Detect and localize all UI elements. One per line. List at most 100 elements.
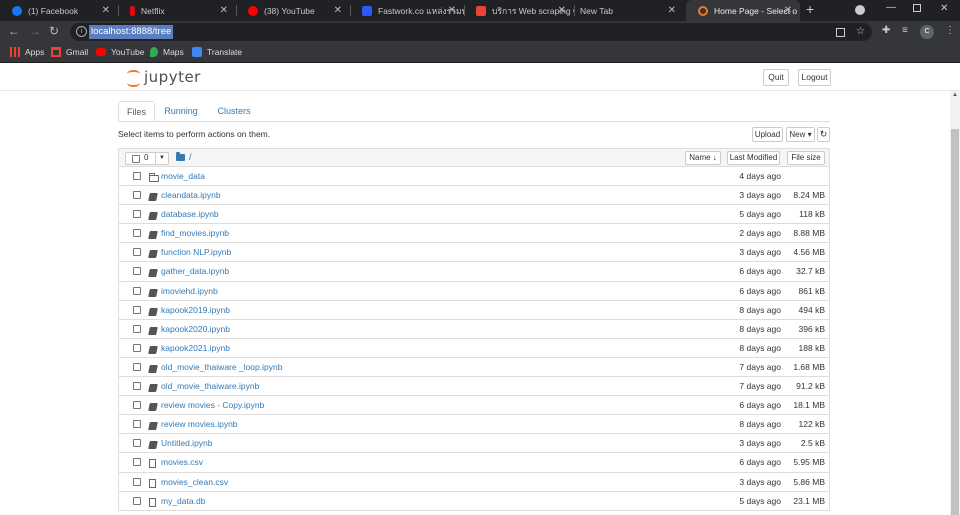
profile-avatar[interactable]: C xyxy=(920,25,934,39)
list-item[interactable]: old_movie_thaiware.ipynb 7 days ago 91.2 k… xyxy=(118,377,830,397)
file-name-link[interactable]: old_movie_thaiware _loop.ipynb xyxy=(161,362,282,372)
list-item[interactable]: movies_clean.csv 3 days ago 5.86 MB xyxy=(118,472,830,492)
file-name-link[interactable]: Untitled.ipynb xyxy=(161,438,213,448)
browser-tab-jupyter-active[interactable]: Home Page - Select o ✕ xyxy=(686,0,800,21)
tab-clusters[interactable]: Clusters xyxy=(212,101,256,122)
new-dropdown-button[interactable]: New ▾ xyxy=(786,127,815,142)
close-icon[interactable]: ✕ xyxy=(668,5,676,16)
file-name-link[interactable]: database.ipynb xyxy=(161,209,219,219)
site-info-icon[interactable]: i xyxy=(76,26,87,37)
row-checkbox[interactable] xyxy=(133,477,141,486)
row-checkbox[interactable] xyxy=(133,458,141,467)
bookmark-youtube[interactable]: YouTube xyxy=(96,47,144,57)
sort-by-modified-button[interactable]: Last Modified xyxy=(727,151,780,165)
file-name-link[interactable]: movies_clean.csv xyxy=(161,477,228,487)
list-item[interactable]: review movies.ipynb 8 days ago 122 kB xyxy=(118,415,830,435)
list-item[interactable]: review movies - Copy.ipynb 6 days ago 18.1… xyxy=(118,396,830,416)
row-checkbox[interactable] xyxy=(133,267,141,276)
close-icon[interactable]: ✕ xyxy=(558,5,566,16)
forward-arrow-icon[interactable]: → xyxy=(29,24,41,38)
bookmark-translate[interactable]: Translate xyxy=(192,47,242,57)
tab-running[interactable]: Running xyxy=(160,101,202,122)
close-icon[interactable]: ✕ xyxy=(784,5,792,16)
scroll-up-arrow-icon[interactable]: ▲ xyxy=(952,92,958,98)
list-item[interactable]: cleandata.ipynb 3 days ago 8.24 MB xyxy=(118,186,830,206)
quit-button[interactable]: Quit xyxy=(763,69,789,86)
file-name-link[interactable]: imoviehd.ipynb xyxy=(161,286,218,296)
browser-tab-gmail[interactable]: บริการ Web scraping w ✕ xyxy=(464,0,574,21)
row-checkbox[interactable] xyxy=(133,286,141,295)
row-checkbox[interactable] xyxy=(133,496,141,505)
file-name-link[interactable]: kapook2020.ipynb xyxy=(161,324,230,334)
file-name-link[interactable]: movie_data xyxy=(161,171,205,181)
bookmark-maps[interactable]: Maps xyxy=(150,47,184,57)
url-text[interactable]: localhost:8888/tree xyxy=(89,25,174,39)
list-item[interactable]: movies.csv 6 days ago 5.95 MB xyxy=(118,453,830,473)
logout-button[interactable]: Logout xyxy=(798,69,831,86)
row-checkbox[interactable] xyxy=(133,420,141,429)
qr-code-icon[interactable] xyxy=(836,28,845,37)
close-icon[interactable]: ✕ xyxy=(334,5,342,16)
page-scrollbar[interactable]: ▲ xyxy=(950,91,960,515)
browser-tab-facebook[interactable]: (1) Facebook ✕ xyxy=(0,0,118,21)
list-item[interactable]: gather_data.ipynb 6 days ago 32.7 kB xyxy=(118,262,830,282)
row-checkbox[interactable] xyxy=(133,191,141,200)
list-item[interactable]: imoviehd.ipynb 6 days ago 861 kB xyxy=(118,281,830,301)
row-checkbox[interactable] xyxy=(133,343,141,352)
list-item[interactable]: old_movie_thaiware _loop.ipynb 7 days ago… xyxy=(118,357,830,378)
browser-tab-fastwork[interactable]: Fastwork.co แหล่งรวมฟ ✕ xyxy=(350,0,464,21)
media-controls-icon[interactable]: ≡ xyxy=(902,25,908,36)
row-checkbox[interactable] xyxy=(133,172,141,180)
file-name-link[interactable]: kapook2019.ipynb xyxy=(161,305,230,315)
new-tab-button[interactable]: + xyxy=(806,1,814,17)
omnibox[interactable]: i localhost:8888/tree ☆ xyxy=(70,23,872,41)
window-close-icon[interactable]: ✕ xyxy=(940,3,948,14)
file-name-link[interactable]: movies.csv xyxy=(161,457,203,467)
tab-search-icon[interactable] xyxy=(855,5,865,15)
file-name-link[interactable]: function NLP.ipynb xyxy=(161,247,231,257)
sort-by-size-button[interactable]: File size xyxy=(787,151,825,165)
browser-tab-youtube[interactable]: (38) YouTube ✕ xyxy=(236,0,350,21)
jupyter-logo[interactable]: jupyter xyxy=(127,68,201,87)
list-item[interactable]: function NLP.ipynb 3 days ago 4.56 MB xyxy=(118,243,830,263)
file-name-link[interactable]: cleandata.ipynb xyxy=(161,190,221,200)
row-checkbox[interactable] xyxy=(133,362,141,371)
bookmark-gmail[interactable]: Gmail xyxy=(51,47,88,57)
file-name-link[interactable]: kapook2021.ipynb xyxy=(161,343,230,353)
breadcrumb-root[interactable]: / xyxy=(189,152,192,162)
row-checkbox[interactable] xyxy=(133,305,141,314)
row-checkbox[interactable] xyxy=(133,401,141,410)
list-item[interactable]: movie_data 4 days ago xyxy=(118,167,830,187)
row-checkbox[interactable] xyxy=(133,210,141,219)
minimize-icon[interactable]: — xyxy=(886,2,896,13)
tab-files[interactable]: Files xyxy=(118,101,155,122)
list-item[interactable]: my_data.db 5 days ago 23.1 MB xyxy=(118,491,830,511)
file-name-link[interactable]: old_movie_thaiware.ipynb xyxy=(161,381,259,391)
list-item[interactable]: kapook2020.ipynb 8 days ago 396 kB xyxy=(118,319,830,339)
browser-tab-netflix[interactable]: Netflix ✕ xyxy=(118,0,236,21)
file-name-link[interactable]: my_data.db xyxy=(161,496,205,506)
row-checkbox[interactable] xyxy=(133,439,141,448)
restore-icon[interactable] xyxy=(913,4,921,12)
chrome-menu-icon[interactable]: ⋮ xyxy=(945,25,955,36)
back-arrow-icon[interactable]: ← xyxy=(8,24,20,38)
close-icon[interactable]: ✕ xyxy=(102,5,110,16)
file-name-link[interactable]: find_movies.ipynb xyxy=(161,228,229,238)
file-name-link[interactable]: gather_data.ipynb xyxy=(161,266,229,276)
list-item[interactable]: Untitled.ipynb 3 days ago 2.5 kB xyxy=(118,434,830,454)
refresh-button[interactable]: ↻ xyxy=(817,127,830,142)
browser-tab-new-tab[interactable]: New Tab ✕ xyxy=(574,0,684,21)
list-item[interactable]: kapook2021.ipynb 8 days ago 188 kB xyxy=(118,338,830,358)
breadcrumb[interactable]: / xyxy=(176,151,192,162)
select-all-control[interactable]: 0 ▼ xyxy=(125,152,169,165)
close-icon[interactable]: ✕ xyxy=(448,5,456,16)
reload-icon[interactable]: ↻ xyxy=(49,24,59,38)
close-icon[interactable]: ✕ xyxy=(220,5,228,16)
list-item[interactable]: kapook2019.ipynb 8 days ago 494 kB xyxy=(118,300,830,320)
list-item[interactable]: database.ipynb 5 days ago 118 kB xyxy=(118,205,830,225)
row-checkbox[interactable] xyxy=(133,229,141,238)
scrollbar-thumb[interactable] xyxy=(951,129,959,515)
sort-by-name-button[interactable]: Name ↓ xyxy=(685,151,721,165)
file-name-link[interactable]: review movies.ipynb xyxy=(161,419,238,429)
upload-button[interactable]: Upload xyxy=(752,127,783,142)
